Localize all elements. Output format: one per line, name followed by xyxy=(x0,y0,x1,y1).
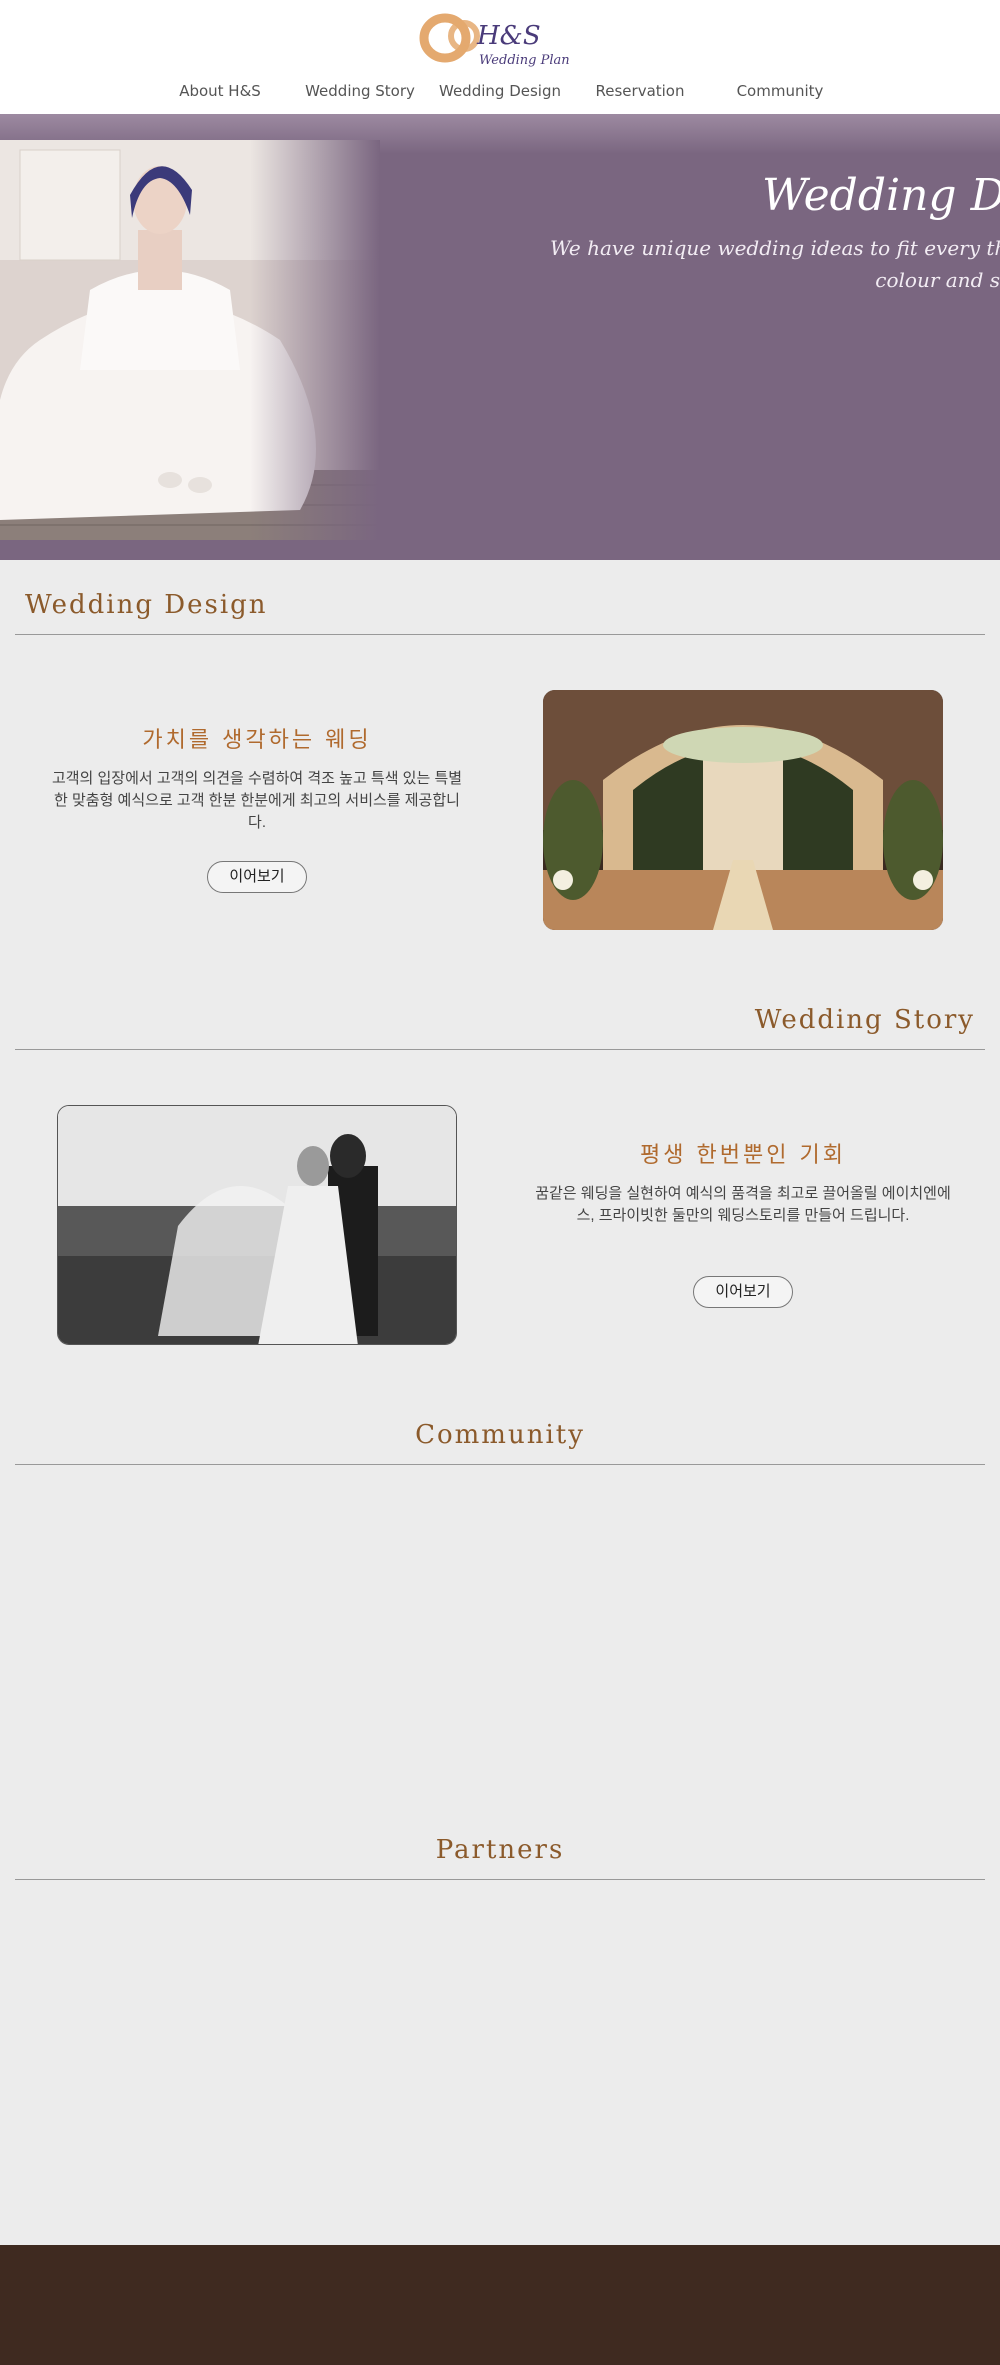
nav-item-wedding-design[interactable]: Wedding Design xyxy=(430,82,570,100)
bride-sitting-photo xyxy=(0,140,380,540)
nav-item-reservation[interactable]: Reservation xyxy=(570,82,710,100)
section-heading-wedding-design: Wedding Design xyxy=(25,590,268,620)
section-divider xyxy=(15,634,985,635)
logo-brand-text: H&S xyxy=(476,21,541,51)
nav-item-about[interactable]: About H&S xyxy=(150,82,290,100)
hero-title: Wedding Da xyxy=(762,170,1000,221)
nav-item-community[interactable]: Community xyxy=(710,82,850,100)
wedding-hall-photo xyxy=(543,690,943,930)
logo-tagline: Wedding Plan xyxy=(479,53,570,68)
section-heading-wedding-story: Wedding Story xyxy=(754,1005,975,1035)
section-heading-partners: Partners xyxy=(435,1835,565,1865)
hero-banner: Wedding Da We have unique wedding ideas … xyxy=(0,114,1000,560)
hero-subtitle: We have unique wedding ideas to fit ever… xyxy=(550,232,1000,296)
story-more-button[interactable]: 이어보기 xyxy=(693,1276,793,1308)
main-nav: About H&S Wedding Story Wedding Design R… xyxy=(0,82,1000,108)
design-more-button[interactable]: 이어보기 xyxy=(207,861,307,893)
story-feature-title: 평생 한번뿐인 기회 xyxy=(640,1143,846,1168)
hero-subtitle-line-1: We have unique wedding ideas to fit ever… xyxy=(550,236,1000,260)
hero-subtitle-line-2: colour and s xyxy=(875,268,1000,292)
section-heading-community: Community xyxy=(415,1420,585,1450)
section-divider xyxy=(15,1879,985,1880)
couple-kissing-photo xyxy=(57,1105,457,1345)
design-feature-title: 가치를 생각하는 웨딩 xyxy=(142,728,372,753)
site-footer xyxy=(0,2245,1000,2365)
site-header: H&S Wedding Plan About H&S Wedding Story… xyxy=(0,0,1000,114)
section-divider xyxy=(15,1464,985,1465)
nav-item-wedding-story[interactable]: Wedding Story xyxy=(290,82,430,100)
logo[interactable]: H&S Wedding Plan xyxy=(419,12,579,72)
design-feature-text: 고객의 입장에서 고객의 의견을 수렴하여 격조 높고 특색 있는 특별한 맞춤… xyxy=(51,770,463,831)
story-feature-text: 꿈같은 웨딩을 실현하여 예식의 품격을 최고로 끌어올릴 에이치엔에스, 프라… xyxy=(535,1185,951,1224)
section-divider xyxy=(15,1049,985,1050)
